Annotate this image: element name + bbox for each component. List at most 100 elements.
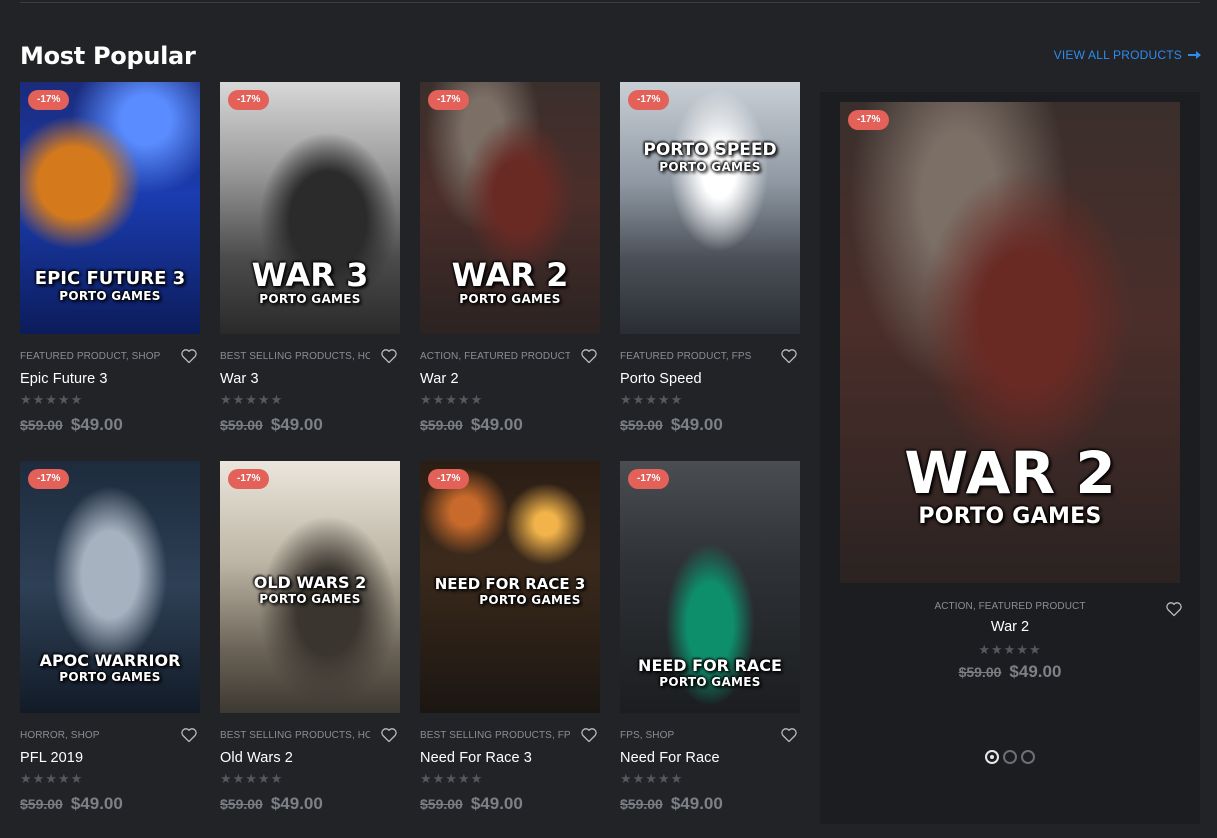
star-rating: ★★★★★ <box>220 392 284 407</box>
product-card: -17% WAR 2 PORTO GAMES ACTION, FEATURED … <box>420 82 600 435</box>
product-name[interactable]: Epic Future 3 <box>20 371 200 387</box>
cover-art-name: EPIC FUTURE 3 <box>34 268 186 289</box>
old-price: $59.00 <box>20 796 63 812</box>
product-price: $59.00 $49.00 <box>620 415 800 435</box>
product-image[interactable]: -17% EPIC FUTURE 3 PORTO GAMES <box>20 82 200 334</box>
cover-art-studio: PORTO GAMES <box>459 292 561 306</box>
discount-badge: -17% <box>28 90 70 110</box>
star-rating: ★★★★★ <box>620 392 684 407</box>
heart-outline-icon[interactable] <box>380 727 398 743</box>
product-image[interactable]: -17% PORTO SPEED PORTO GAMES <box>620 82 800 334</box>
discount-badge: -17% <box>228 90 270 110</box>
featured-product-carousel: -17% WAR 2 PORTO GAMES ACTION, FEATURED … <box>820 92 1200 824</box>
cover-art-title: WAR 2 PORTO GAMES <box>420 259 600 305</box>
product-card: -17% PORTO SPEED PORTO GAMES FEATURED PR… <box>620 82 800 435</box>
product-name[interactable]: War 3 <box>220 371 400 387</box>
product-categories[interactable]: FEATURED PRODUCT, FPS <box>620 351 770 362</box>
star-rating: ★★★★★ <box>420 392 484 407</box>
cover-art-title: PORTO SPEED PORTO GAMES <box>620 140 800 174</box>
heart-outline-icon[interactable] <box>180 348 198 364</box>
arrow-right-icon <box>1188 51 1201 59</box>
discount-badge: -17% <box>848 110 890 130</box>
product-categories[interactable]: ACTION, FEATURED PRODUCT <box>420 351 570 362</box>
heart-outline-icon[interactable] <box>1165 601 1183 617</box>
discount-badge: -17% <box>628 90 670 110</box>
star-rating: ★★★★★ <box>620 771 684 786</box>
product-categories[interactable]: HORROR, SHOP <box>20 730 170 741</box>
heart-outline-icon[interactable] <box>780 348 798 364</box>
star-rating: ★★★★★ <box>20 771 84 786</box>
product-image[interactable]: -17% APOC WARRIOR PORTO GAMES <box>20 461 200 713</box>
product-name[interactable]: Need For Race <box>620 750 800 766</box>
product-card: -17% NEED FOR RACE PORTO GAMES FPS, SHOP… <box>620 461 800 814</box>
product-image[interactable]: -17% NEED FOR RACE PORTO GAMES <box>620 461 800 713</box>
product-image[interactable]: -17% OLD WARS 2 PORTO GAMES <box>220 461 400 713</box>
product-categories[interactable]: BEST SELLING PRODUCTS, HO... <box>220 730 370 741</box>
product-image[interactable]: -17% WAR 2 PORTO GAMES <box>420 82 600 334</box>
product-name[interactable]: PFL 2019 <box>20 750 200 766</box>
sale-price: $49.00 <box>70 415 123 434</box>
featured-product-image[interactable]: -17% WAR 2 PORTO GAMES <box>840 102 1180 583</box>
sale-price: $49.00 <box>470 794 523 813</box>
top-divider <box>20 2 1200 3</box>
product-price: $59.00 $49.00 <box>420 794 600 814</box>
old-price: $59.00 <box>420 796 463 812</box>
heart-outline-icon[interactable] <box>180 727 198 743</box>
discount-badge: -17% <box>228 469 270 489</box>
product-price: $59.00 $49.00 <box>20 415 200 435</box>
product-card: -17% APOC WARRIOR PORTO GAMES HORROR, SH… <box>20 461 200 814</box>
product-image[interactable]: -17% WAR 3 PORTO GAMES <box>220 82 400 334</box>
sale-price: $49.00 <box>670 415 723 434</box>
old-price: $59.00 <box>620 796 663 812</box>
carousel-dot-1[interactable] <box>985 750 999 764</box>
old-price: $59.00 <box>20 417 63 433</box>
product-categories[interactable]: BEST SELLING PRODUCTS, FPS <box>420 730 570 741</box>
carousel-dot-2[interactable] <box>1003 750 1017 764</box>
cover-art-name: NEED FOR RACE <box>638 656 782 675</box>
product-name[interactable]: War 2 <box>420 371 600 387</box>
cover-art-name: APOC WARRIOR <box>39 651 181 670</box>
star-rating: ★★★★★ <box>420 771 484 786</box>
carousel-pagination <box>820 750 1200 764</box>
cover-art-studio: PORTO GAMES <box>918 504 1102 529</box>
product-categories[interactable]: FEATURED PRODUCT, SHOP <box>20 351 170 362</box>
star-rating: ★★★★★ <box>20 392 84 407</box>
view-all-products-link[interactable]: VIEW ALL PRODUCTS <box>1053 48 1201 62</box>
product-name[interactable]: Porto Speed <box>620 371 800 387</box>
cover-art-studio: PORTO GAMES <box>59 289 161 303</box>
product-card: -17% NEED FOR RACE 3 PORTO GAMES BEST SE… <box>420 461 600 814</box>
old-price: $59.00 <box>620 417 663 433</box>
section-title: Most Popular <box>20 42 196 70</box>
cover-art-title: NEED FOR RACE PORTO GAMES <box>620 656 800 689</box>
product-price: $59.00 $49.00 <box>420 415 600 435</box>
carousel-dot-3[interactable] <box>1021 750 1035 764</box>
sale-price: $49.00 <box>470 415 523 434</box>
sale-price: $49.00 <box>270 415 323 434</box>
cover-art-studio: PORTO GAMES <box>479 593 581 607</box>
product-categories[interactable]: ACTION, FEATURED PRODUCT <box>820 601 1200 612</box>
product-card: -17% EPIC FUTURE 3 PORTO GAMES FEATURED … <box>20 82 200 435</box>
cover-art-studio: PORTO GAMES <box>659 160 761 174</box>
heart-outline-icon[interactable] <box>780 727 798 743</box>
view-all-label: VIEW ALL PRODUCTS <box>1053 48 1182 62</box>
heart-outline-icon[interactable] <box>580 348 598 364</box>
product-price: $59.00 $49.00 <box>820 662 1200 682</box>
cover-art-name: OLD WARS 2 <box>253 573 367 592</box>
product-categories[interactable]: FPS, SHOP <box>620 730 770 741</box>
heart-outline-icon[interactable] <box>580 727 598 743</box>
product-name[interactable]: Need For Race 3 <box>420 750 600 766</box>
cover-art-name: NEED FOR RACE 3 <box>434 575 586 593</box>
cover-art-title: OLD WARS 2 PORTO GAMES <box>220 573 400 606</box>
product-categories[interactable]: BEST SELLING PRODUCTS, HO... <box>220 351 370 362</box>
product-card: -17% WAR 3 PORTO GAMES BEST SELLING PROD… <box>220 82 400 435</box>
heart-outline-icon[interactable] <box>380 348 398 364</box>
product-image[interactable]: -17% NEED FOR RACE 3 PORTO GAMES <box>420 461 600 713</box>
star-rating: ★★★★★ <box>978 642 1042 657</box>
old-price: $59.00 <box>420 417 463 433</box>
sale-price: $49.00 <box>670 794 723 813</box>
product-price: $59.00 $49.00 <box>620 794 800 814</box>
product-name[interactable]: War 2 <box>820 619 1200 635</box>
product-name[interactable]: Old Wars 2 <box>220 750 400 766</box>
cover-art-name: PORTO SPEED <box>643 140 777 160</box>
cover-art-title: NEED FOR RACE 3 PORTO GAMES <box>420 575 600 607</box>
